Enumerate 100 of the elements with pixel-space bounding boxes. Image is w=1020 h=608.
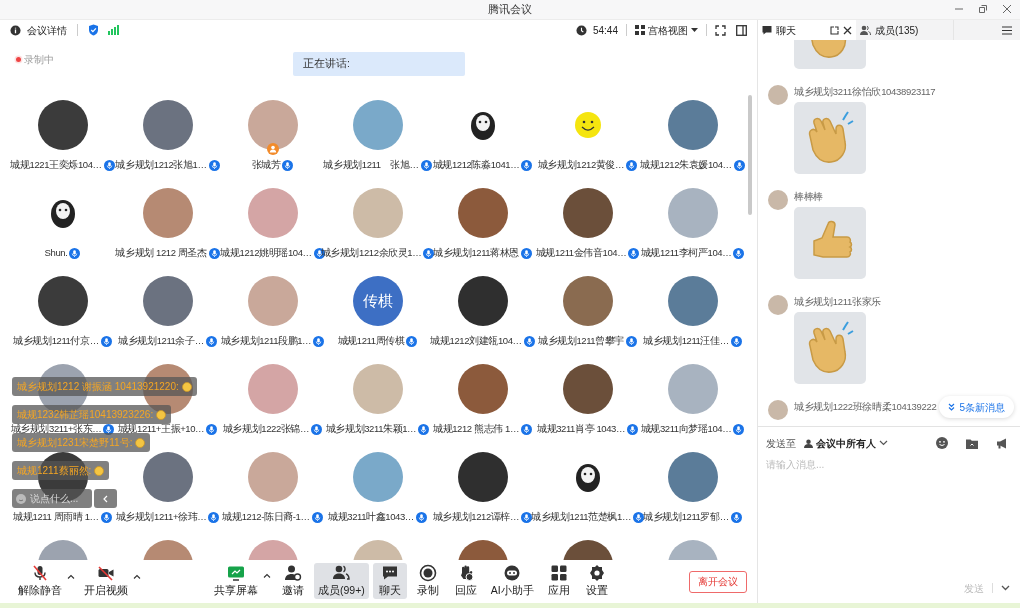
mic-icon[interactable] — [208, 159, 220, 171]
quick-chat-input[interactable]: 说点什么... — [12, 489, 92, 508]
window-title: 腾讯会议 — [488, 2, 532, 18]
apps-icon — [549, 563, 568, 582]
scrollbar[interactable] — [748, 95, 752, 215]
mic-icon[interactable] — [103, 159, 115, 171]
mic-icon[interactable] — [521, 247, 532, 259]
participant-name: 城乡规划1211汪佳… — [643, 334, 729, 348]
participant-name: 城规1211周传棋 — [337, 334, 405, 348]
avatar-photo — [247, 276, 298, 326]
mic-icon[interactable] — [521, 423, 532, 435]
mic-icon[interactable] — [311, 511, 323, 523]
participant-name: 城规1221王奕烁104… — [10, 158, 102, 172]
info-icon[interactable] — [10, 24, 21, 36]
mic-icon[interactable] — [626, 335, 637, 347]
grid-icon — [635, 25, 645, 35]
toolbar-button[interactable]: 设置 — [579, 563, 614, 599]
panel-tab[interactable]: 聊天 — [758, 20, 856, 40]
mic-icon[interactable] — [100, 335, 112, 347]
chevron-down-icon[interactable] — [1001, 585, 1010, 591]
mic-icon[interactable] — [418, 423, 430, 435]
toolbar-button[interactable]: 录制 — [410, 563, 445, 599]
mic-icon[interactable] — [628, 247, 640, 259]
avatar-photo — [352, 364, 403, 414]
mic-icon[interactable] — [100, 511, 112, 523]
double-chevron-icon — [948, 403, 956, 411]
mic-icon[interactable] — [208, 511, 220, 523]
toolbar-button[interactable]: 成员(99+) — [314, 563, 369, 599]
participant-name: 城规1211+王振+10… — [117, 422, 205, 436]
mic-icon[interactable] — [311, 423, 323, 435]
close-icon[interactable] — [843, 25, 852, 35]
avatar-photo — [667, 100, 718, 150]
avatar-photo — [457, 452, 508, 502]
mic-icon[interactable] — [523, 335, 535, 347]
menu-caret-button[interactable] — [132, 573, 142, 579]
participant-name: 城乡规划1211段鹏1… — [220, 334, 312, 348]
mic-icon[interactable] — [205, 335, 217, 347]
mic-icon[interactable] — [733, 247, 745, 259]
chat-icon — [762, 25, 772, 35]
new-messages-button[interactable]: 5条新消息 — [939, 396, 1014, 418]
mic-icon[interactable] — [733, 423, 745, 435]
toolbar-button[interactable]: 开启视频 — [80, 563, 132, 600]
close-icon[interactable] — [1002, 4, 1012, 14]
toolbar-button[interactable]: 共享屏幕 — [210, 563, 262, 599]
avatar-photo — [142, 100, 193, 150]
mic-icon[interactable] — [415, 511, 427, 523]
avatar-photo — [352, 188, 403, 238]
mic-icon[interactable] — [208, 247, 220, 259]
mic-icon[interactable] — [521, 511, 533, 523]
participant-name: 城规1212-陈日裔-1… — [222, 510, 310, 524]
grid-view-button[interactable]: 宫格视图 — [635, 22, 698, 38]
mic-icon[interactable] — [626, 159, 638, 171]
sender-name: 城乡规划1222班徐晴柔104139222 — [794, 401, 937, 413]
menu-caret-button[interactable] — [66, 573, 76, 579]
mic-icon[interactable] — [733, 159, 745, 171]
toolbar-button[interactable]: 应用 — [541, 563, 576, 599]
toolbar-button[interactable]: 聊天 — [372, 563, 407, 599]
leave-meeting-button[interactable]: 离开会议 — [689, 570, 747, 593]
avatar-photo — [142, 276, 193, 326]
avatar-photo — [247, 452, 298, 502]
menu-icon[interactable] — [1002, 25, 1012, 35]
mic-icon[interactable] — [206, 423, 218, 435]
recipient-dropdown[interactable]: 会议中所有人 — [804, 435, 888, 451]
mic-icon[interactable] — [406, 335, 418, 347]
meeting-details-link[interactable]: 会议详情 — [27, 22, 67, 38]
mic-icon[interactable] — [633, 511, 644, 523]
mic-icon[interactable] — [627, 423, 639, 435]
emoji-icon[interactable] — [936, 437, 948, 449]
coin-icon — [181, 381, 192, 392]
coin-icon — [135, 437, 146, 448]
mic-icon[interactable] — [423, 247, 435, 259]
toolbar-button[interactable]: 解除静音 — [14, 563, 66, 600]
restore-icon[interactable] — [978, 4, 988, 14]
avatar-photo — [667, 276, 718, 326]
avatar-photo — [562, 276, 613, 326]
mic-icon[interactable] — [730, 511, 742, 523]
collapse-button[interactable] — [94, 489, 117, 508]
sidebar-icon[interactable] — [736, 24, 747, 36]
megaphone-icon[interactable] — [996, 437, 1008, 449]
add-person-icon — [284, 563, 302, 582]
mic-icon[interactable] — [730, 335, 742, 347]
mic-icon[interactable] — [313, 335, 325, 347]
toolbar-button[interactable]: 回应 — [448, 563, 483, 599]
toolbar-button[interactable]: 邀请 — [276, 563, 310, 599]
toolbar-button[interactable]: AI小助手 — [486, 563, 538, 599]
participant-name: 城乡规划1211付京… — [13, 334, 99, 348]
mic-icon[interactable] — [69, 247, 81, 259]
folder-icon[interactable] — [966, 437, 978, 449]
shield-icon[interactable] — [88, 24, 99, 36]
mic-icon[interactable] — [282, 159, 294, 171]
fullscreen-icon[interactable] — [715, 24, 726, 36]
mic-icon[interactable] — [521, 159, 533, 171]
avatar-photo — [247, 364, 298, 414]
members-icon — [332, 563, 351, 582]
participant-name: 城乡规划1212张旭1… — [115, 158, 207, 172]
menu-caret-button[interactable] — [262, 573, 272, 578]
signal-icon[interactable] — [108, 25, 119, 35]
popout-icon[interactable] — [830, 25, 839, 35]
avatar-photo — [457, 276, 508, 326]
mic-icon[interactable] — [420, 159, 432, 171]
